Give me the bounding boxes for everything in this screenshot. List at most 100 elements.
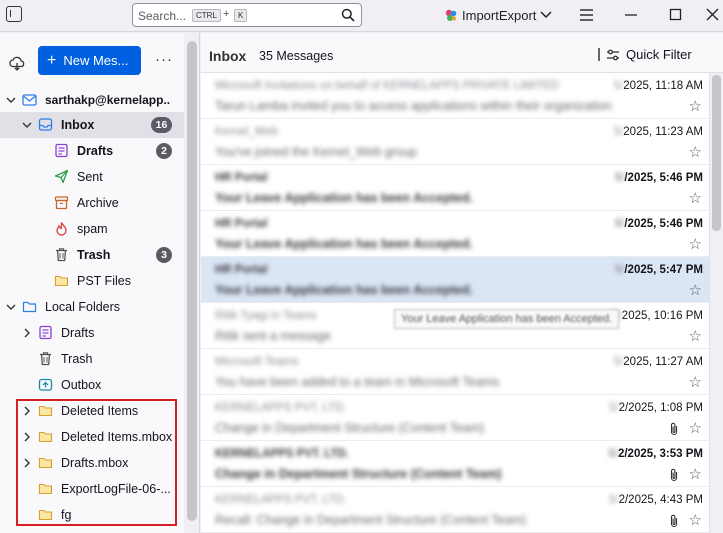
local-folder-fg[interactable]: fg	[0, 502, 184, 528]
folder-label: Inbox	[61, 118, 95, 132]
star-icon[interactable]: ☆	[689, 467, 702, 482]
chevron-down-icon	[540, 11, 552, 19]
message-date: 5/2025, 11:27 AM	[614, 356, 703, 368]
star-icon[interactable]: ☆	[689, 375, 702, 390]
folder-pst-files[interactable]: PST Files	[0, 268, 184, 294]
message-date-hidden: 5/	[614, 218, 625, 230]
message-subject: You have been added to a team in Microso…	[215, 375, 500, 389]
local-folders-row[interactable]: Local Folders	[0, 294, 184, 320]
import-export-label: ImportExport	[462, 7, 537, 23]
message-row[interactable]: Microsoft Teams You have been added to a …	[201, 349, 709, 395]
message-date-text: 2025, 11:23 AM	[623, 126, 703, 138]
folder-sent[interactable]: Sent	[0, 164, 184, 190]
message-row[interactable]: KERNELAPPS PVT. LTD. Change in Department…	[201, 441, 709, 487]
message-date-text: /2025, 5:47 PM	[624, 264, 703, 276]
message-subject: Tarun Lamba invited you to access applic…	[215, 99, 612, 113]
sidebar-toggle-icon[interactable]	[6, 6, 22, 22]
folder-trash[interactable]: Trash 3	[0, 242, 184, 268]
local-folder-deleted-items-mbox[interactable]: Deleted Items.mbox	[0, 424, 184, 450]
message-row[interactable]: HR Portal Your Leave Application has been…	[201, 211, 709, 257]
chevron-down-icon[interactable]	[6, 302, 16, 312]
message-date-text: /2025, 5:46 PM	[624, 218, 703, 230]
message-row[interactable]: HR Portal Your Leave Application has been…	[201, 257, 709, 303]
close-icon[interactable]	[703, 5, 723, 25]
message-sender: Microsoft Invitations on behalf of KERNE…	[215, 80, 560, 92]
trash-icon	[40, 352, 51, 366]
attachment-icon	[670, 468, 678, 482]
message-date: 5/2/2025, 3:53 PM	[608, 448, 703, 460]
minimize-icon[interactable]	[621, 5, 641, 25]
new-message-button[interactable]: + New Mes...	[38, 46, 141, 75]
quick-filter-label: Quick Filter	[626, 47, 692, 62]
message-row[interactable]: Kernel_Web You've joined the Kernel_Web g…	[201, 119, 709, 165]
star-icon[interactable]: ☆	[689, 283, 702, 298]
message-row[interactable]: HR Portal Your Leave Application has been…	[201, 165, 709, 211]
folder-spam[interactable]: spam	[0, 216, 184, 242]
email-account-icon	[22, 94, 37, 106]
local-folder-export-log[interactable]: ExportLogFile-06-...	[0, 476, 184, 502]
star-icon[interactable]: ☆	[689, 191, 702, 206]
folder-icon	[38, 431, 53, 443]
chevron-right-icon[interactable]	[22, 328, 32, 338]
search-input[interactable]: Search... CTRL + K	[132, 3, 362, 27]
star-icon[interactable]: ☆	[689, 329, 702, 344]
message-date: 5//2025, 5:47 PM	[615, 264, 703, 276]
folder-pane-scrollbar[interactable]	[184, 33, 200, 533]
message-sender: KERNELAPPS PVT. LTD.	[215, 448, 349, 460]
folder-drafts[interactable]: Drafts 2	[0, 138, 184, 164]
app-menu-icon[interactable]	[577, 5, 597, 25]
message-date-hidden: 5/	[614, 264, 625, 276]
local-folder-trash[interactable]: Trash	[0, 346, 184, 372]
attachment-icon	[670, 422, 678, 436]
message-date: 5/2025, 10:16 PM	[612, 310, 703, 322]
star-icon[interactable]: ☆	[689, 237, 702, 252]
message-sender: Kernel_Web	[215, 126, 279, 138]
chevron-down-icon[interactable]	[22, 120, 32, 130]
scrollbar-thumb[interactable]	[712, 75, 721, 231]
more-options-button[interactable]: ···	[155, 51, 173, 68]
message-date-text: 2025, 11:27 AM	[623, 356, 703, 368]
message-subject: Your Leave Application has been Accepted…	[215, 283, 473, 297]
message-list-scrollbar[interactable]	[709, 73, 723, 533]
message-date-text: 2/2025, 1:08 PM	[618, 402, 703, 414]
message-sender: Microsoft Teams	[215, 356, 299, 368]
message-sender: KERNELAPPS PVT. LTD.	[215, 402, 347, 414]
quick-filter-button[interactable]: Quick Filter	[598, 47, 692, 62]
chevron-down-icon[interactable]	[6, 95, 16, 105]
get-messages-icon[interactable]	[8, 54, 26, 72]
folder-inbox[interactable]: Inbox 16	[0, 112, 184, 138]
folder-label: ExportLogFile-06-...	[61, 482, 171, 496]
local-folders-icon	[22, 301, 37, 313]
chevron-right-icon[interactable]	[22, 432, 32, 442]
scrollbar-thumb[interactable]	[187, 41, 197, 521]
star-icon[interactable]: ☆	[689, 99, 702, 114]
folder-archive[interactable]: Archive	[0, 190, 184, 216]
local-folder-drafts[interactable]: Drafts	[0, 320, 184, 346]
search-icon[interactable]	[341, 8, 355, 22]
chevron-right-icon[interactable]	[22, 406, 32, 416]
message-date: 5//2025, 5:46 PM	[615, 218, 703, 230]
unread-count-badge: 3	[156, 247, 172, 263]
folder-label: Trash	[77, 248, 111, 262]
star-icon[interactable]: ☆	[689, 513, 702, 528]
local-folder-drafts-mbox[interactable]: Drafts.mbox	[0, 450, 184, 476]
account-row[interactable]: sarthakp@kernelapp...	[0, 87, 184, 113]
attachment-icon	[670, 514, 678, 528]
message-date-hidden: 5/	[608, 448, 618, 460]
star-icon[interactable]: ☆	[689, 145, 702, 160]
chevron-right-icon[interactable]	[22, 458, 32, 468]
folder-icon	[38, 457, 53, 469]
local-folder-deleted-items[interactable]: Deleted Items	[0, 398, 184, 424]
message-row[interactable]: Microsoft Invitations on behalf of KERNE…	[201, 73, 709, 119]
message-row[interactable]: KERNELAPPS PVT. LTD. Change in Department…	[201, 395, 709, 441]
drafts-icon	[39, 325, 52, 340]
message-row[interactable]: KERNELAPPS PVT. LTD. Recall: Change in De…	[201, 487, 709, 533]
local-folder-outbox[interactable]: Outbox	[0, 372, 184, 398]
folder-label: spam	[77, 222, 108, 236]
import-export-button[interactable]: ImportExport	[444, 5, 552, 25]
maximize-icon[interactable]	[666, 5, 686, 25]
filter-icon	[607, 49, 619, 60]
tooltip: Your Leave Application has been Accepted…	[394, 309, 620, 329]
message-date-text: 2025, 10:16 PM	[621, 310, 703, 322]
star-icon[interactable]: ☆	[689, 421, 702, 436]
